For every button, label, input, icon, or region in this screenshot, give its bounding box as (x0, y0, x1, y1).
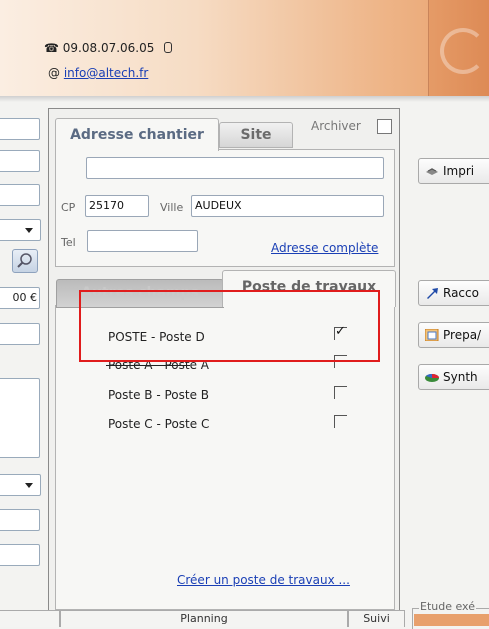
creer-poste-link[interactable]: Créer un poste de travaux ... (177, 573, 350, 587)
poste-checkbox[interactable] (334, 415, 347, 428)
ville-label: Ville (160, 201, 184, 214)
highlight-box (79, 290, 380, 362)
adresse-complete-link[interactable]: Adresse complète (271, 241, 378, 255)
left-field-2[interactable] (0, 150, 40, 172)
archiver-label: Archiver (311, 119, 361, 133)
poste-checkbox[interactable] (334, 386, 347, 399)
logo-icon (440, 28, 486, 74)
synthese-button[interactable]: Synth (418, 364, 489, 390)
magnifier-icon (17, 253, 32, 268)
phone-number: 09.08.07.06.05 (62, 41, 155, 55)
left-textarea[interactable] (0, 378, 40, 458)
phone-row: ☎ 09.08.07.06.05 (44, 41, 173, 55)
tab-planning[interactable]: Planning (60, 610, 348, 627)
address-line-input[interactable] (86, 157, 384, 179)
ville-input[interactable]: AUDEUX (191, 195, 384, 217)
left-field-6[interactable] (0, 544, 40, 566)
amount-field[interactable]: 00 € (0, 287, 40, 309)
raccourci-button[interactable]: Racco (418, 280, 489, 306)
tab-suivi[interactable]: Suivi (348, 610, 405, 627)
left-field-4[interactable] (0, 323, 40, 345)
email-row: @ info@altech.fr (48, 66, 148, 80)
search-button[interactable] (12, 249, 38, 273)
cp-input[interactable]: 25170 (85, 195, 149, 217)
left-select-1[interactable] (0, 219, 41, 241)
left-field-3[interactable] (0, 184, 40, 206)
mouse-icon (164, 42, 173, 53)
tel-input[interactable] (87, 230, 198, 252)
printer-icon (426, 168, 438, 175)
tel-label: Tel (61, 236, 76, 249)
left-select-2[interactable] (0, 474, 41, 496)
left-field-1[interactable] (0, 118, 40, 140)
left-field-5[interactable] (0, 509, 40, 531)
etude-label: Etude exé (419, 600, 476, 613)
cp-label: CP (61, 201, 76, 214)
chart-icon (425, 374, 439, 382)
strike-line (106, 365, 190, 366)
tab-bottom-left[interactable] (0, 610, 60, 627)
imprimer-button[interactable]: Impri (418, 158, 489, 184)
preparation-button[interactable]: Prepa/ (418, 322, 489, 348)
amount-suffix: 00 € (12, 291, 38, 304)
archiver-checkbox[interactable] (377, 119, 392, 134)
at-icon: @ (48, 66, 60, 80)
poste-label: Poste B - Poste B (108, 388, 210, 402)
tab-site[interactable]: Site (219, 122, 293, 148)
tab-adresse-chantier[interactable]: Adresse chantier (55, 118, 219, 151)
shortcut-arrow-icon (427, 288, 438, 299)
phone-icon: ☎ (44, 41, 59, 55)
header-divider (0, 96, 489, 102)
poste-label: Poste C - Poste C (108, 417, 210, 431)
email-link[interactable]: info@altech.fr (64, 66, 148, 80)
document-icon (425, 329, 439, 341)
etude-header-strip (414, 614, 489, 626)
